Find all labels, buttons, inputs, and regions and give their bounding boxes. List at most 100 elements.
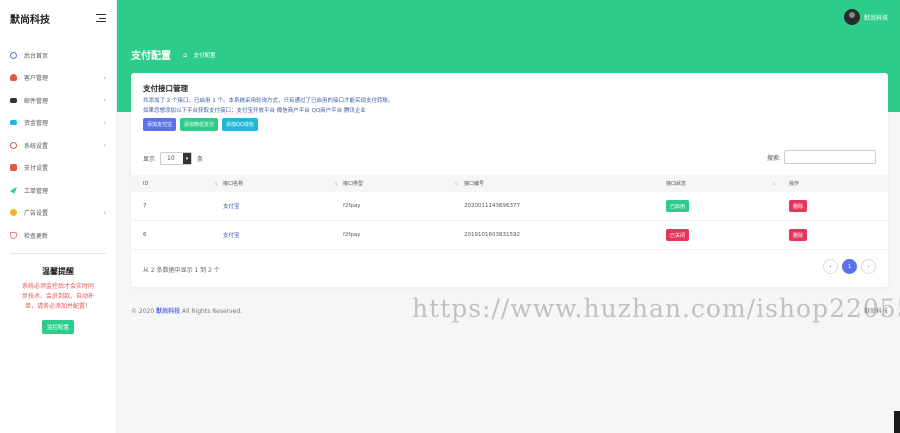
add-wechat-button[interactable]: 添加微信支付 — [180, 118, 219, 131]
page-length-value: 10 — [167, 155, 175, 162]
card-icon — [10, 120, 17, 126]
notice-line: 单，请务必添加并配置！ — [24, 302, 91, 310]
column-type[interactable]: 接口类型 ⇅ — [343, 175, 458, 192]
sidebar-item-label: 后台首页 — [24, 52, 49, 60]
footer-right: 默尚科技 — [863, 308, 888, 315]
page-length-control: 显示 10 ▾ 条 — [143, 152, 203, 165]
avatar — [843, 9, 860, 25]
table-row: 6 支付宝 f2fpay 2019101603831592 已关闭 删除 — [131, 221, 888, 250]
pagination-page-button[interactable]: 1 — [842, 259, 857, 274]
sort-icon: ⇅ — [214, 181, 218, 186]
sidebar-item-label: 客户管理 — [24, 75, 49, 83]
notice-panel: 温馨提醒 系统必须监控后才会实时同 步技术、会员到款、自动补 单，请务必添加并配… — [0, 254, 116, 334]
sidebar-item-label: 工单管理 — [24, 187, 49, 195]
sidebar-item-label: 广告设置 — [24, 210, 49, 218]
status-badge[interactable]: 已启用 — [666, 200, 690, 212]
delete-button[interactable]: 删除 — [789, 200, 808, 212]
show-label: 显示 — [143, 156, 156, 163]
chevron-right-icon: › — [103, 73, 106, 82]
sidebar-item-funds[interactable]: 资金管理 › — [0, 112, 116, 135]
cell-type: f2fpay — [343, 232, 361, 238]
ad-icon — [10, 209, 17, 217]
sidebar-item-tickets[interactable]: 工单管理 — [0, 179, 116, 202]
cell-id: 7 — [143, 203, 147, 209]
delete-button[interactable]: 删除 — [789, 229, 808, 241]
notice-line: 系统必须监控后才会实时同 — [21, 282, 94, 290]
card-platform-links[interactable]: 如果您想添加以下平台获取支付接口：支付宝开放平台 微信商户平台 QQ商户平台 腾… — [143, 106, 366, 114]
user-icon — [10, 74, 17, 82]
breadcrumb: 支付配置 — [193, 52, 216, 59]
chevron-down-icon: ▾ — [183, 153, 192, 164]
column-number[interactable]: 接口编号 ⇅ — [464, 175, 677, 192]
sidebar: 默尚科技 后台首页 客户管理 › 邮件管理 › 资金管理 › 系统设置 › 支付设置 工… — [0, 0, 117, 433]
cell-name[interactable]: 支付宝 — [223, 192, 240, 220]
cell-action: 删除 — [789, 192, 808, 220]
column-id[interactable]: ID ⇅ — [143, 175, 218, 192]
pagination-prev-button[interactable]: ‹ — [823, 259, 838, 274]
add-alipay-button[interactable]: 添加支付宝 — [143, 118, 177, 131]
footer: © 2020 默尚科技 All Rights Reserved. — [131, 306, 242, 315]
sidebar-item-ads[interactable]: 广告设置 › — [0, 202, 116, 225]
sidebar-item-system[interactable]: 系统设置 › — [0, 134, 116, 157]
payment-card: 支付接口管理 共添加了 2 个接口，已启用 1 个。本系统采用轮询方式，只有通过… — [131, 73, 888, 287]
table-info: 从 2 条数据中显示 1 到 2 个 — [143, 267, 220, 274]
music-icon — [10, 231, 17, 239]
user-menu[interactable]: 默尚科技 — [843, 9, 888, 25]
payment-icon — [10, 164, 17, 172]
cell-type: f2fpay — [343, 203, 361, 209]
sidebar-item-label: 资金管理 — [24, 120, 49, 128]
sidebar-menu: 后台首页 客户管理 › 邮件管理 › 资金管理 › 系统设置 › 支付设置 工单管理 广… — [0, 44, 116, 247]
cell-status: 已关闭 — [666, 221, 690, 249]
notice-title: 温馨提醒 — [42, 266, 74, 276]
status-badge[interactable]: 已关闭 — [666, 229, 690, 241]
monitor-config-button[interactable]: 监控配置 — [41, 319, 74, 334]
add-qq-wallet-button[interactable]: 添加QQ钱包 — [222, 118, 258, 131]
sort-icon: ⇅ — [454, 181, 458, 186]
watermark: https://www.huzhan.com/ishop22055 — [412, 294, 900, 323]
entries-label: 条 — [197, 156, 204, 163]
sidebar-item-label: 系统设置 — [24, 142, 49, 150]
table-row: 7 支付宝 f2fpay 2020011143696377 已启用 删除 — [131, 192, 888, 221]
sort-icon: ⇅ — [334, 181, 338, 186]
page-heading: 支付配置 ⌂ 支付配置 — [131, 47, 216, 63]
cell-action: 删除 — [789, 221, 808, 249]
sidebar-item-mail[interactable]: 邮件管理 › — [0, 89, 116, 112]
footer-copyright: © 2020 — [131, 308, 155, 315]
pagination: ‹ 1 › — [823, 259, 876, 274]
chevron-right-icon: › — [103, 96, 106, 105]
brand-logo-text: 默尚科技 — [10, 14, 50, 26]
sidebar-item-update[interactable]: 检查更新 — [0, 224, 116, 247]
pagination-next-button[interactable]: › — [861, 259, 876, 274]
user-name: 默尚科技 — [863, 14, 888, 22]
scrollbar[interactable] — [894, 411, 900, 433]
notice-text: 系统必须监控后才会实时同 步技术、会员到款、自动补 单，请务必添加并配置！ — [8, 282, 108, 312]
card-title: 支付接口管理 — [143, 84, 188, 93]
gear-icon — [10, 141, 17, 149]
dashboard-icon — [10, 51, 17, 59]
send-icon — [10, 186, 17, 194]
cell-name[interactable]: 支付宝 — [223, 221, 240, 249]
page-length-select[interactable]: 10 ▾ — [160, 152, 193, 165]
sidebar-item-dashboard[interactable]: 后台首页 — [0, 44, 116, 67]
mail-icon — [10, 97, 17, 103]
column-action: 操作 — [789, 181, 800, 187]
sidebar-item-label: 支付设置 — [24, 165, 49, 173]
sidebar-item-customers[interactable]: 客户管理 › — [0, 67, 116, 90]
cell-number: 2019101603831592 — [464, 232, 520, 238]
table-header: ID ⇅ 接口名称 ⇅ 接口类型 ⇅ 接口编号 ⇅ 接口状态 ⇅ 操作 — [131, 175, 888, 192]
search-label: 搜索: — [766, 154, 781, 162]
sort-icon: ⇅ — [772, 181, 776, 186]
footer-rights: All Rights Reserved. — [182, 308, 243, 315]
sidebar-item-payment[interactable]: 支付设置 — [0, 157, 116, 180]
home-icon[interactable]: ⌂ — [183, 51, 187, 59]
chevron-right-icon: › — [103, 208, 106, 217]
search-input[interactable] — [784, 150, 876, 164]
column-name[interactable]: 接口名称 ⇅ — [223, 175, 338, 192]
cell-status: 已启用 — [666, 192, 690, 220]
add-buttons: 添加支付宝 添加微信支付 添加QQ钱包 — [143, 118, 258, 131]
footer-brand: 默尚科技 — [156, 308, 181, 315]
brand-bar: 默尚科技 — [0, 0, 116, 36]
table-search: 搜索: — [767, 150, 876, 164]
menu-toggle-icon[interactable] — [96, 14, 106, 22]
column-status[interactable]: 接口状态 ⇅ — [666, 175, 776, 192]
